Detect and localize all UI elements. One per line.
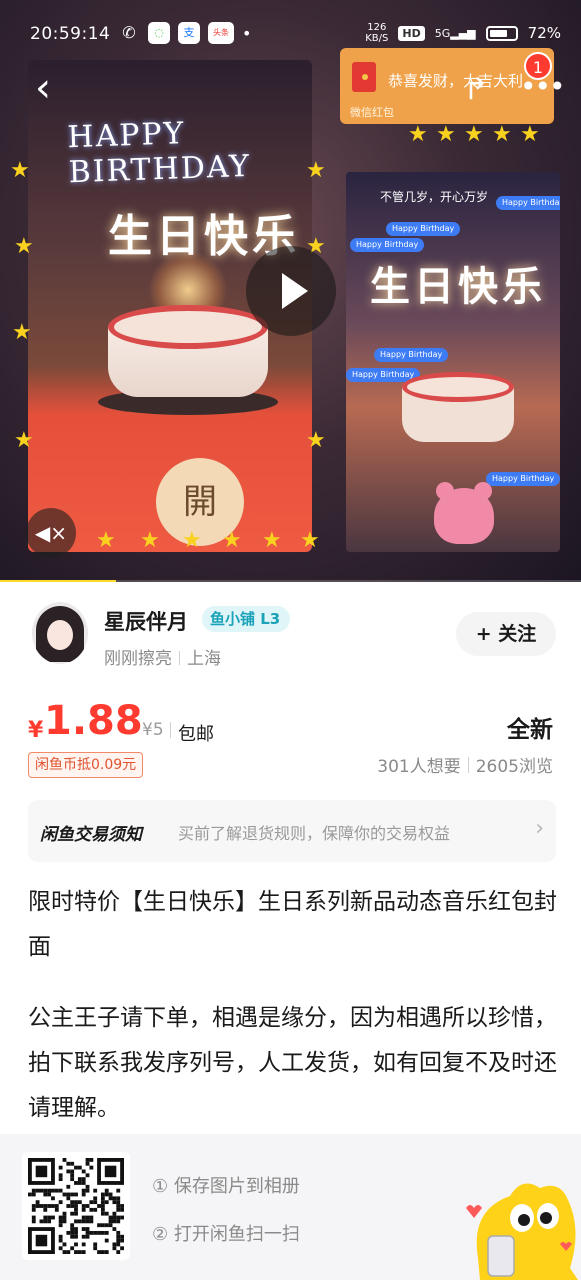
coin-deduct-badge[interactable]: 闲鱼币抵0.09元 <box>28 752 144 778</box>
step-save-image: ① 保存图片到相册 <box>152 1176 300 1197</box>
happy-birthday-banner: HAPPY BIRTHDAY <box>66 116 252 191</box>
envelope-seal-dot <box>362 74 368 80</box>
star-decoration: ★ <box>222 528 242 553</box>
seller-row[interactable]: 星辰伴月 鱼小铺 L3 刚刚擦亮 上海 + 关注 <box>0 582 581 678</box>
price-divider <box>170 722 171 738</box>
chat-bubble: Happy Birthday <box>486 472 560 486</box>
shop-level-badge: 鱼小铺 L3 <box>202 606 291 632</box>
price-value: 1.88 <box>44 698 143 744</box>
price-row: ¥ 1.88 ¥5 包邮 闲鱼币抵0.09元 全新 301人想要 2605浏览 <box>0 696 581 786</box>
refresh-app-icon: ◌ <box>148 22 170 44</box>
share-icon[interactable]: ↱ <box>456 70 496 110</box>
chat-bubble: Happy Birthday <box>374 348 449 362</box>
bear-mascot <box>434 482 494 544</box>
chat-bubble: Happy Birthday <box>350 238 425 252</box>
alipay-icon: 支 <box>178 22 200 44</box>
signal-icon: 5G▂▄▆ <box>434 26 476 40</box>
chat-caption: 不管几岁，开心万岁 <box>380 190 489 204</box>
trade-notice-description: 买前了解退货规则，保障你的交易权益 <box>178 824 451 843</box>
star-decoration: ★ <box>14 428 34 453</box>
cover-preview-chat: 不管几岁，开心万岁 Happy Birthday Happy Birthday … <box>346 172 560 552</box>
avatar[interactable] <box>32 602 88 664</box>
toutiao-icon: 头条 <box>208 22 234 44</box>
star-decoration: ★ <box>10 158 30 183</box>
mute-icon[interactable]: ◀× <box>26 508 76 558</box>
fish-mascot <box>466 1183 578 1280</box>
more-notifications-dot: • <box>242 23 252 43</box>
star-decoration: ★ <box>306 158 326 183</box>
shipping-label: 包邮 <box>178 724 214 745</box>
star-decoration: ★ <box>96 528 116 553</box>
star-decoration: ★ <box>182 528 202 553</box>
chevron-right-icon: › <box>535 816 544 841</box>
battery-icon <box>485 25 518 41</box>
star-decoration: ★ <box>436 122 456 147</box>
follow-button[interactable]: + 关注 <box>456 612 556 656</box>
original-price: ¥5 <box>142 720 164 740</box>
currency-symbol: ¥ <box>28 718 44 743</box>
status-bar: 20:59:14 ✆ ◌ 支头条 • 126 KB/S HD 5G▂▄▆ 72% <box>0 0 581 64</box>
item-stats: 301人想要 2605浏览 <box>377 752 553 777</box>
wechat-icon: ✆ <box>122 23 136 42</box>
star-decoration: ★ <box>408 122 428 147</box>
seller-status: 刚刚擦亮 <box>104 649 172 669</box>
star-decoration: ★ <box>464 122 484 147</box>
star-decoration: ★ <box>14 234 34 259</box>
seller-name[interactable]: 星辰伴月 <box>104 606 188 636</box>
status-time: 20:59:14 <box>30 24 111 44</box>
qr-code-graphic <box>28 1158 124 1254</box>
notice-sub: 微信红包 <box>350 106 394 119</box>
seller-meta: 刚刚擦亮 上海 <box>104 644 221 669</box>
star-decoration: ★ <box>306 428 326 453</box>
chat-bubble: Happy Birthday <box>386 222 461 236</box>
views-count: 2605浏览 <box>475 757 553 777</box>
save-share-panel: ① 保存图片到相册 ② 打开闲鱼扫一扫 <box>0 1134 581 1280</box>
step-scan: ② 打开闲鱼扫一扫 <box>152 1224 300 1245</box>
star-decoration: ★ <box>300 528 320 553</box>
seller-location: 上海 <box>187 649 221 669</box>
cake-illustration <box>98 305 278 425</box>
star-decoration: ★ <box>12 320 32 345</box>
status-indicators: 126 KB/S HD 5G▂▄▆ 72% <box>365 22 561 44</box>
item-description: 公主王子请下单，相遇是缘分，因为相遇所以珍惜，拍下联系我发序列号，人工发货，如有… <box>28 1005 557 1121</box>
chat-cover-title: 生日快乐 <box>370 264 546 310</box>
mini-cake-illustration <box>396 372 520 458</box>
status-app-icons: ✆ ◌ 支头条 • <box>118 22 251 44</box>
follow-label: 关注 <box>498 623 537 645</box>
item-detail-page: HAPPY BIRTHDAY 生日快乐 開 不管几岁，开心万岁 Happy Bi… <box>0 0 581 1280</box>
battery-level: 72% <box>527 24 561 42</box>
star-decoration: ★ <box>262 528 282 553</box>
condition-label: 全新 <box>507 710 553 744</box>
hd-icon: HD <box>398 25 425 41</box>
plus-icon: + <box>475 623 492 645</box>
star-decoration: ★ <box>520 122 540 147</box>
trade-notice-title: 闲鱼交易须知 <box>40 825 142 845</box>
net-speed-value: 126 <box>367 22 387 33</box>
back-arrow-icon[interactable]: ‹ <box>24 66 62 112</box>
wants-count: 301人想要 <box>377 757 461 777</box>
star-decoration: ★ <box>140 528 160 553</box>
item-title: 限时特价【生日快乐】生日系列新品动态音乐红包封面 <box>28 889 557 960</box>
star-decoration: ★ <box>492 122 512 147</box>
net-speed-unit: KB/S <box>365 33 389 44</box>
chat-bubble: Happy Birthday <box>496 196 560 210</box>
trade-notice-bar[interactable]: 闲鱼交易须知 买前了解退货规则，保障你的交易权益 › <box>28 800 556 862</box>
qr-code[interactable] <box>22 1152 130 1260</box>
product-media[interactable]: HAPPY BIRTHDAY 生日快乐 開 不管几岁，开心万岁 Happy Bi… <box>0 0 581 582</box>
play-icon[interactable] <box>246 246 336 336</box>
net-speed: 126 KB/S <box>365 22 388 44</box>
